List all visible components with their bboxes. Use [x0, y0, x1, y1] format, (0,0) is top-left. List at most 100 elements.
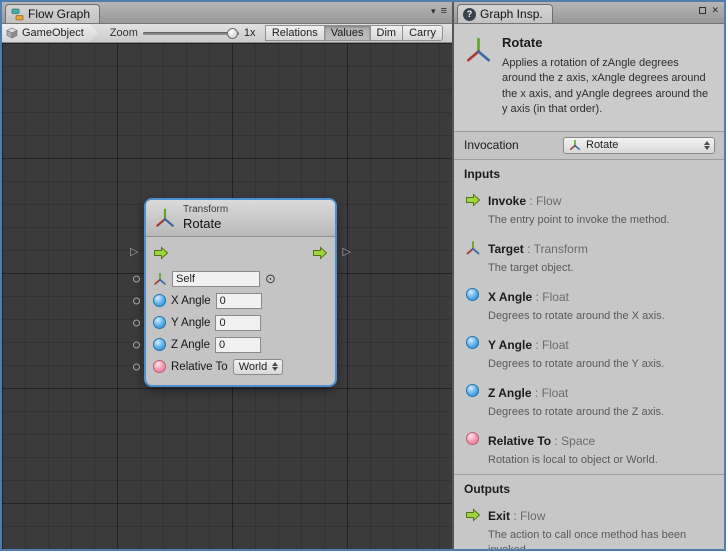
port-row: X Angle : Float Degrees to rotate around…	[454, 282, 724, 330]
port-name: Exit	[488, 509, 510, 523]
breadcrumb-label: GameObject	[22, 27, 84, 39]
port-name: Y Angle	[488, 338, 532, 352]
node-angle-row: Y Angle	[153, 314, 328, 332]
inspector-body: Rotate Applies a rotation of zAngle degr…	[454, 24, 724, 549]
zoom-slider-handle[interactable]	[227, 28, 238, 39]
dropdown-arrows-icon	[704, 141, 710, 150]
port-description: The entry point to invoke the method.	[488, 213, 670, 228]
node-type-label: Transform	[183, 204, 228, 216]
port-description: Degrees to rotate around the X axis.	[488, 309, 665, 324]
float-port-connector[interactable]	[133, 341, 140, 348]
port-description: The target object.	[488, 261, 588, 276]
float-port-icon[interactable]	[153, 316, 166, 329]
float-icon	[466, 336, 479, 349]
space-port-icon[interactable]	[153, 360, 166, 373]
toolbar-toggle-button[interactable]: Relations	[265, 25, 324, 41]
invoke-port-icon[interactable]	[153, 245, 169, 261]
target-field[interactable]	[172, 271, 260, 287]
space-icon	[466, 432, 479, 445]
angle-input[interactable]	[215, 315, 261, 331]
port-type: Float	[542, 338, 569, 352]
port-type: Transform	[534, 242, 588, 256]
maximize-icon[interactable]	[699, 7, 706, 14]
inputs-list: Invoke : Flow The entry point to invoke …	[454, 186, 724, 474]
port-text: Invoke : Flow The entry point to invoke …	[488, 191, 670, 228]
invocation-row: Invocation Rotate	[454, 131, 724, 159]
port-name: Z Angle	[488, 386, 532, 400]
flow-output-connector[interactable]	[343, 247, 351, 258]
flow-graph-tabstrip: Flow Graph	[2, 2, 452, 24]
float-port-connector[interactable]	[133, 297, 140, 304]
angle-label: Y Angle	[171, 317, 210, 329]
toolbar-toggle-label: Values	[331, 27, 364, 39]
node-target-row	[153, 270, 328, 288]
space-port-connector[interactable]	[133, 363, 140, 370]
type-separator: :	[510, 509, 520, 523]
outputs-list: Exit : Flow The action to call once meth…	[454, 501, 724, 549]
type-separator: :	[532, 386, 542, 400]
pane-menu-icon[interactable]	[441, 6, 447, 17]
node-header[interactable]: Transform Rotate	[146, 200, 335, 237]
float-icon	[466, 288, 479, 301]
float-icon	[466, 384, 479, 397]
float-port-icon[interactable]	[153, 294, 166, 307]
tab-graph-inspector-label: Graph Insp.	[480, 7, 543, 21]
tab-flow-graph-label: Flow Graph	[28, 7, 90, 21]
port-description: Degrees to rotate around the Y axis.	[488, 357, 664, 372]
port-type: Space	[561, 434, 595, 448]
invocation-dropdown[interactable]: Rotate	[563, 137, 715, 154]
zoom-label: Zoom	[110, 27, 138, 39]
toolbar-toggle-label: Carry	[409, 27, 436, 39]
flow-input-connector[interactable]	[130, 247, 138, 258]
breadcrumb[interactable]: GameObject	[2, 24, 98, 42]
object-picker-icon[interactable]	[265, 272, 276, 286]
float-port-connector[interactable]	[133, 319, 140, 326]
transform-gizmo-icon	[465, 240, 481, 256]
invocation-label: Invocation	[464, 138, 519, 152]
graph-canvas[interactable]: Transform Rotate	[2, 43, 452, 549]
angle-input[interactable]	[216, 293, 262, 309]
type-separator: :	[526, 194, 536, 208]
toolbar-toggle-button[interactable]: Dim	[370, 25, 403, 41]
close-icon[interactable]	[711, 6, 719, 15]
port-type-icon	[464, 239, 481, 276]
rotate-node[interactable]: Transform Rotate	[146, 200, 335, 385]
tab-flow-graph[interactable]: Flow Graph	[5, 4, 100, 23]
port-type-icon	[464, 383, 481, 420]
port-text: Target : Transform The target object.	[488, 239, 588, 276]
port-description: The action to call once method has been …	[488, 528, 714, 549]
port-row: Exit : Flow The action to call once meth…	[454, 501, 724, 549]
toolbar-toggle-button[interactable]: Values	[324, 25, 370, 41]
inspector-description: Applies a rotation of zAngle degrees aro…	[502, 56, 714, 118]
node-angle-rows: X Angle Y Angle	[153, 292, 328, 354]
port-row: Invoke : Flow The entry point to invoke …	[454, 186, 724, 234]
pane-dropdown-icon[interactable]	[431, 7, 436, 16]
graph-inspector-pane: Graph Insp. Rotate Applies a rotation of…	[452, 2, 724, 549]
angle-input[interactable]	[215, 337, 261, 353]
port-name: Target	[488, 242, 524, 256]
inspector-tabstrip: Graph Insp.	[454, 2, 724, 24]
exit-port-icon[interactable]	[312, 245, 328, 261]
target-port-icon[interactable]	[153, 272, 167, 286]
port-row: Z Angle : Float Degrees to rotate around…	[454, 378, 724, 426]
graph-inspector-icon	[463, 8, 476, 21]
type-separator: :	[532, 338, 542, 352]
toolbar-toggle-label: Dim	[377, 27, 397, 39]
target-port-connector[interactable]	[133, 275, 140, 282]
port-type-icon	[464, 431, 481, 468]
graph-toolbar: GameObject Zoom 1x Relations Values	[2, 24, 452, 43]
zoom-slider-track[interactable]	[143, 32, 239, 35]
port-name: X Angle	[488, 290, 532, 304]
port-type-icon	[464, 506, 481, 549]
zoom-slider[interactable]	[143, 28, 239, 39]
type-separator: :	[551, 434, 561, 448]
relative-dropdown[interactable]: World	[233, 359, 284, 375]
dropdown-arrows-icon	[272, 362, 278, 371]
tab-graph-inspector[interactable]: Graph Insp.	[457, 4, 553, 23]
toolbar-toggle-button[interactable]: Carry	[402, 25, 443, 41]
flow-icon	[465, 192, 481, 208]
float-port-icon[interactable]	[153, 338, 166, 351]
port-text: X Angle : Float Degrees to rotate around…	[488, 287, 665, 324]
node-title: Rotate	[183, 216, 228, 232]
port-row: Y Angle : Float Degrees to rotate around…	[454, 330, 724, 378]
